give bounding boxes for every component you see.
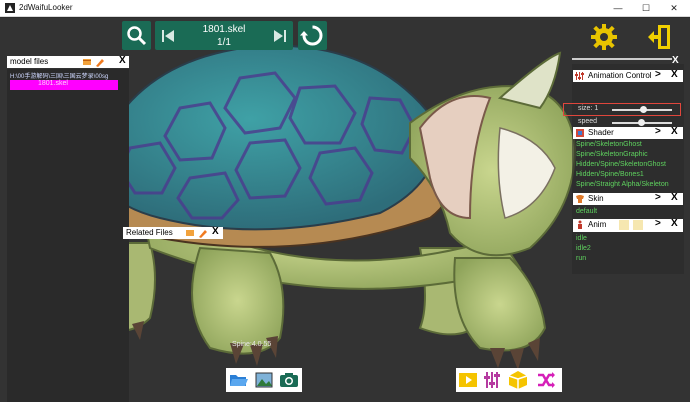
shader-item[interactable]: Hidden/Spine/Bones1 (576, 171, 644, 178)
bottom-right-toolbar (456, 368, 562, 392)
app-icon (5, 3, 15, 13)
panel-drag-bar[interactable] (572, 58, 672, 60)
right-control-panel (572, 64, 684, 274)
model-folder-path[interactable]: H:\00手游解码\三国\三国云梦录\00sg (10, 71, 108, 80)
list-item-label: 1801.skel (38, 80, 68, 87)
close-window-button[interactable]: ✕ (660, 0, 688, 17)
anim-title: Anim (588, 220, 607, 229)
related-files-header: Related Files X (123, 226, 223, 239)
folder-open-icon[interactable] (229, 370, 249, 390)
brush-icon[interactable] (95, 57, 105, 67)
speed-label: speed (578, 118, 598, 125)
skin-title: Skin (588, 194, 604, 203)
size-label: size: 1 (578, 105, 599, 112)
size-slider-thumb[interactable] (640, 106, 647, 113)
maximize-button[interactable]: ☐ (632, 0, 660, 17)
palette-icon (576, 129, 584, 137)
expand-anim-button[interactable]: > (655, 218, 661, 229)
expand-animation-control-button[interactable]: > (655, 69, 661, 80)
brush-icon[interactable] (198, 228, 208, 238)
sliders-icon[interactable] (482, 370, 502, 390)
shader-item[interactable]: Hidden/Spine/SkeletonGhost (576, 161, 666, 168)
camera-icon[interactable] (279, 370, 299, 390)
skip-next-icon[interactable] (273, 29, 287, 43)
anim-item[interactable]: idle2 (576, 245, 591, 252)
model-files-title: model files (10, 57, 49, 66)
sliders-icon (575, 72, 584, 80)
image-icon[interactable] (254, 370, 274, 390)
close-shader-button[interactable]: X (671, 126, 678, 137)
model-files-list[interactable] (7, 69, 129, 402)
anim-item[interactable]: idle (576, 235, 587, 242)
expand-skin-button[interactable]: > (655, 192, 661, 203)
anim-item[interactable]: run (576, 255, 586, 262)
minimize-button[interactable]: — (604, 0, 632, 17)
gear-icon[interactable] (590, 23, 618, 51)
spine-version: Spine:4.0.55 (232, 341, 272, 348)
close-related-files-button[interactable]: X (212, 226, 219, 237)
expand-shader-button[interactable]: > (655, 126, 661, 137)
cube-icon[interactable] (508, 370, 528, 390)
close-animation-control-button[interactable]: X (671, 69, 678, 80)
shader-item[interactable]: Spine/Straight Alpha/Skeleton (576, 181, 669, 188)
refresh-icon (300, 25, 323, 46)
title-bar: 2dWaifuLooker — ☐ ✕ (0, 0, 690, 17)
folder-open-icon[interactable] (82, 57, 92, 67)
size-row: size: 1 (562, 104, 680, 115)
related-files-title: Related Files (126, 228, 173, 237)
close-skin-button[interactable]: X (671, 192, 678, 203)
close-panel-button[interactable]: X (672, 55, 679, 66)
model-files-header: model files X (7, 55, 129, 68)
anim-loop-icon[interactable] (633, 220, 643, 230)
shader-header: Shader > X (573, 126, 683, 139)
figure-icon (578, 220, 582, 229)
search-icon (127, 26, 147, 46)
list-item-selected[interactable]: 1801.skel (10, 80, 118, 90)
folder-open-icon[interactable] (185, 228, 195, 238)
anim-play-icon[interactable] (619, 220, 629, 230)
bottom-left-toolbar (226, 368, 302, 392)
video-play-icon[interactable] (458, 370, 478, 390)
animation-control-header: Animation Control > X (573, 69, 683, 82)
close-model-files-button[interactable]: X (119, 55, 126, 66)
reload-button[interactable] (298, 21, 327, 50)
search-button[interactable] (122, 21, 151, 50)
shuffle-icon[interactable] (536, 370, 556, 390)
shader-item[interactable]: Spine/SkeletonGhost (576, 141, 642, 148)
exit-icon[interactable] (646, 23, 672, 51)
file-navigator: 1801.skel 1/1 (155, 21, 293, 50)
close-anim-button[interactable]: X (671, 218, 678, 229)
shirt-icon (576, 195, 584, 203)
shader-item[interactable]: Spine/SkeletonGraphic (576, 151, 648, 158)
animation-control-title: Animation Control (588, 71, 652, 80)
anim-header: Anim > X (573, 218, 683, 232)
speed-slider-thumb[interactable] (638, 119, 645, 126)
viewport[interactable]: 1801.skel 1/1 model files X H:\00手游解码\三国… (0, 18, 690, 402)
skin-header: Skin > X (573, 192, 683, 205)
skin-item[interactable]: default (576, 208, 597, 215)
shader-title: Shader (588, 128, 614, 137)
window-title: 2dWaifuLooker (19, 3, 73, 12)
